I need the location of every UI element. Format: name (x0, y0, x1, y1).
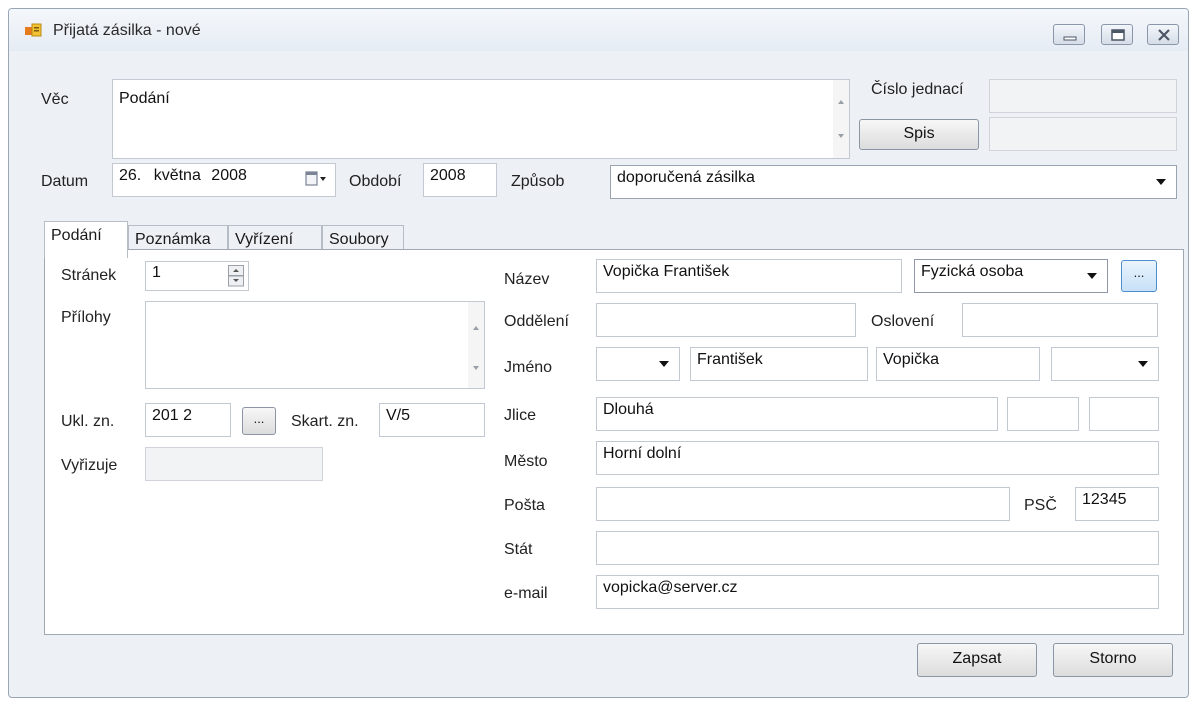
tab-label: Poznámka (135, 231, 211, 248)
datum-picker[interactable]: 26. května 2008 (112, 163, 336, 197)
tab-label: Soubory (329, 231, 389, 248)
typ-osoby-select[interactable]: Fyzická osoba (914, 259, 1108, 293)
nazev-field[interactable]: Vopička František (596, 259, 902, 293)
cislo-popisne-field[interactable] (1007, 397, 1079, 431)
psc-label: PSČ (1024, 497, 1057, 514)
jmeno-label: Jméno (504, 359, 553, 376)
cislo-orientacni-field[interactable] (1089, 397, 1159, 431)
stranek-value: 1 (152, 264, 161, 281)
close-button[interactable] (1147, 24, 1179, 45)
ukl-zn-browse-button[interactable]: ... (242, 407, 276, 435)
minimize-button[interactable] (1053, 24, 1085, 45)
chevron-down-icon (1087, 273, 1097, 279)
zpusob-value: doporučená zásilka (617, 169, 755, 186)
posta-field[interactable] (596, 487, 1010, 521)
vyrizuje-field[interactable] (145, 447, 323, 481)
tab-label: Podání (51, 227, 102, 244)
maximize-button[interactable] (1101, 24, 1133, 45)
close-icon (1158, 29, 1170, 41)
ulice-value: Dlouhá (603, 401, 654, 418)
title-bar: Přijatá zásilka - nové (9, 9, 1188, 51)
ukl-zn-field[interactable]: 201 2 (145, 403, 231, 437)
prilohy-label: Přílohy (61, 309, 111, 326)
vec-value: Podání (119, 90, 170, 107)
adresat-browse-button[interactable]: ... (1121, 260, 1157, 292)
titul-pred-select[interactable] (596, 347, 680, 381)
typ-osoby-value: Fyzická osoba (921, 263, 1024, 280)
chevron-down-icon (1138, 361, 1148, 367)
storno-button[interactable]: Storno (1053, 643, 1173, 677)
prilohy-textarea[interactable] (145, 301, 485, 389)
obdobi-field[interactable]: 2008 (423, 163, 497, 197)
window-title: Přijatá zásilka - nové (53, 22, 201, 39)
posta-label: Pošta (504, 497, 545, 514)
vec-label: Věc (41, 91, 69, 108)
mesto-value: Horní dolní (603, 445, 682, 462)
ulice-field[interactable]: Dlouhá (596, 397, 998, 431)
stranek-label: Stránek (61, 267, 117, 284)
obdobi-label: Období (349, 173, 402, 190)
nazev-value: Vopička František (603, 263, 730, 280)
calendar-dropdown-icon[interactable] (305, 171, 327, 192)
skart-zn-label: Skart. zn. (291, 413, 359, 430)
ukl-zn-label: Ukl. zn. (61, 413, 115, 430)
datum-label: Datum (41, 173, 89, 190)
datum-day: 26. (119, 167, 142, 184)
vec-textarea[interactable]: Podání (112, 79, 850, 159)
scroll-arrows-icon (838, 100, 844, 138)
maximize-icon (1111, 29, 1125, 41)
spis-field[interactable] (989, 117, 1177, 151)
spis-button[interactable]: Spis (859, 119, 979, 150)
datum-month: května (153, 167, 201, 184)
tab-label: Vyřízení (235, 231, 294, 248)
osloveni-label: Oslovení (871, 313, 935, 330)
cislo-jednaci-label: Číslo jednací (871, 81, 964, 98)
minimize-icon (1063, 36, 1077, 41)
vec-scrollbar[interactable] (833, 80, 849, 158)
spinner-arrows-icon[interactable] (228, 265, 244, 290)
mesto-field[interactable]: Horní dolní (596, 441, 1159, 475)
ukl-zn-value: 201 2 (152, 407, 193, 424)
oddeleni-field[interactable] (596, 303, 856, 337)
stat-label: Stát (504, 541, 533, 558)
skart-zn-value: V/5 (386, 407, 411, 424)
dialog-window: Přijatá zásilka - nové Věc Podání Číslo … (8, 8, 1189, 698)
zpusob-label: Způsob (511, 173, 565, 190)
email-label: e-mail (504, 585, 548, 602)
mesto-label: Město (504, 453, 548, 470)
chevron-down-icon (659, 361, 669, 367)
krestni-jmeno-value: František (697, 351, 763, 368)
titul-za-select[interactable] (1051, 347, 1159, 381)
psc-value: 12345 (1082, 491, 1127, 508)
email-value: vopicka@server.cz (603, 579, 738, 596)
datum-year: 2008 (211, 167, 247, 184)
cislo-jednaci-field[interactable] (989, 79, 1177, 113)
oddeleni-label: Oddělení (504, 313, 569, 330)
ulice-label: Jlice (504, 407, 537, 424)
osloveni-field[interactable] (962, 303, 1158, 337)
skart-zn-field[interactable]: V/5 (379, 403, 485, 437)
prijmeni-value: Vopička (883, 351, 940, 368)
nazev-label: Název (504, 271, 550, 288)
prijmeni-field[interactable]: Vopička (876, 347, 1040, 381)
psc-field[interactable]: 12345 (1075, 487, 1159, 521)
scroll-arrows-icon (473, 326, 479, 370)
krestni-jmeno-field[interactable]: František (690, 347, 868, 381)
chevron-down-icon (1156, 179, 1166, 185)
tab-podani[interactable]: Podání (44, 221, 128, 258)
obdobi-value: 2008 (430, 167, 466, 184)
zapsat-button[interactable]: Zapsat (917, 643, 1037, 677)
vyrizuje-label: Vyřizuje (61, 457, 118, 474)
stranek-spinner[interactable]: 1 (145, 261, 249, 291)
prilohy-scrollbar[interactable] (468, 302, 484, 388)
app-icon (25, 23, 43, 39)
email-field[interactable]: vopicka@server.cz (596, 575, 1159, 609)
stat-field[interactable] (596, 531, 1159, 565)
zpusob-select[interactable]: doporučená zásilka (610, 165, 1177, 199)
